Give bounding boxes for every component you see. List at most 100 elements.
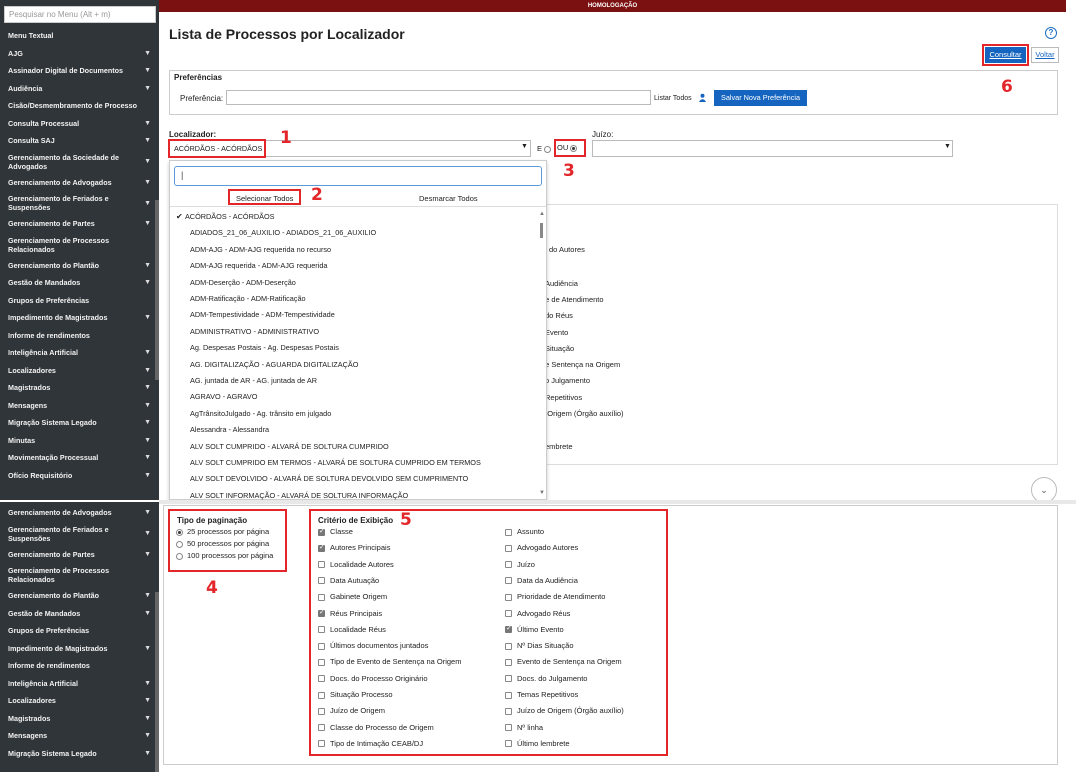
chevron-down-icon[interactable]: ▼	[144, 731, 151, 740]
checkbox[interactable]	[318, 642, 325, 650]
sidebar-item-consulta-saj[interactable]: Consulta SAJ ▼	[0, 132, 159, 150]
chevron-down-icon[interactable]: ▼	[144, 609, 151, 618]
sidebar-item-informe-de-rendimentos[interactable]: Informe de rendimentos	[0, 327, 159, 345]
sidebar-item-impedimento-de-magistrados[interactable]: Impedimento de Magistrados ▼	[0, 640, 159, 658]
checkbox[interactable]	[505, 577, 512, 585]
sidebar-item-magistrados[interactable]: Magistrados ▼	[0, 710, 159, 728]
chevron-down-icon[interactable]: ▼	[144, 383, 151, 392]
sidebar-item-minutas[interactable]: Minutas ▼	[0, 432, 159, 450]
dropdown-option[interactable]: ALV SOLT DEVOLVIDO - ALVARÁ DE SOLTURA D…	[190, 474, 468, 483]
chevron-down-icon[interactable]: ▼	[144, 136, 151, 145]
chevron-down-icon[interactable]: ▼	[144, 366, 151, 375]
scroll-down-icon[interactable]: ▼	[539, 490, 545, 496]
checkbox[interactable]	[505, 658, 512, 666]
criterio-option-advogado-reus[interactable]: Advogado Réus	[505, 609, 570, 618]
chevron-down-icon[interactable]: ▼	[144, 550, 151, 559]
checkbox[interactable]	[505, 642, 512, 650]
checkbox[interactable]	[318, 543, 325, 552]
checkbox[interactable]	[318, 608, 325, 618]
chevron-down-icon[interactable]: ▼	[144, 348, 151, 357]
checkbox[interactable]	[318, 691, 325, 699]
criterio-option-localidade-autores[interactable]: Localidade Autores	[318, 560, 394, 569]
criterio-option-data-da-audiencia[interactable]: Data da Audiência	[505, 576, 578, 585]
dropdown-option[interactable]: ADMINISTRATIVO - ADMINISTRATIVO	[190, 327, 319, 336]
dropdown-option[interactable]: ALV SOLT CUMPRIDO - ALVARÁ DE SOLTURA CU…	[190, 442, 389, 451]
dropdown-option[interactable]: Ag. Despesas Postais - Ag. Despesas Post…	[190, 343, 339, 352]
checkbox[interactable]	[318, 626, 325, 634]
sidebar-scrollbar[interactable]	[155, 200, 159, 380]
chevron-down-icon[interactable]: ▼	[144, 696, 151, 705]
chevron-down-icon[interactable]: ▼	[144, 49, 151, 58]
chevron-down-icon[interactable]: ▼	[144, 529, 151, 538]
sidebar-item-localizadores[interactable]: Localizadores ▼	[0, 692, 159, 710]
criterio-option-autores-principais[interactable]: Autores Principais	[318, 543, 390, 552]
chevron-down-icon[interactable]: ▼	[144, 219, 151, 228]
chevron-down-icon[interactable]: ▼	[144, 261, 151, 270]
sidebar-item-gestao-de-mandados[interactable]: Gestão de Mandados ▼	[0, 605, 159, 623]
criterio-option-gabinete-origem[interactable]: Gabinete Origem	[318, 592, 387, 601]
sidebar-item-grupos-de-preferencias[interactable]: Grupos de Preferências	[0, 292, 159, 310]
criterio-option-juizo-de-origem[interactable]: Juízo de Origem	[318, 706, 385, 715]
dropdown-option[interactable]: ADM-AJG requerida - ADM-AJG requerida	[190, 261, 327, 270]
sidebar-item-gerenciamento-de-feriados-e-suspensoes[interactable]: Gerenciamento de Feriados e Suspensões ▼	[0, 522, 159, 546]
radio-button[interactable]	[176, 552, 183, 560]
chevron-down-icon[interactable]: ▼	[144, 84, 151, 93]
sidebar-item-magistrados[interactable]: Magistrados ▼	[0, 379, 159, 397]
criterio-option-n-dias-situacao[interactable]: Nº Dias Situação	[505, 641, 574, 650]
criterio-option-temas-repetitivos[interactable]: Temas Repetitivos	[505, 690, 578, 699]
checkbox[interactable]	[505, 624, 512, 634]
caret-down-icon[interactable]: ▼	[521, 143, 528, 150]
paginacao-option[interactable]: 25 processos por página	[176, 527, 269, 536]
sidebar-item-gestao-de-mandados[interactable]: Gestão de Mandados ▼	[0, 274, 159, 292]
sidebar-scrollbar-lower[interactable]	[155, 592, 159, 772]
criterio-option-tipo-de-intimacao-ceab-dj[interactable]: Tipo de Intimação CEAB/DJ	[318, 739, 423, 748]
sidebar-item-oficio-requisitorio[interactable]: Ofício Requisitório ▼	[0, 467, 159, 485]
criterio-option-localidade-reus[interactable]: Localidade Réus	[318, 625, 386, 634]
sidebar-item-mensagens[interactable]: Mensagens ▼	[0, 397, 159, 415]
chevron-down-icon[interactable]: ▼	[144, 453, 151, 462]
dropdown-option[interactable]: ADM-AJG - ADM-AJG requerida no recurso	[190, 245, 331, 254]
menu-search-input[interactable]: Pesquisar no Menu (Alt + m)	[4, 6, 156, 23]
criterio-option-situacao-processo[interactable]: Situação Processo	[318, 690, 393, 699]
dropdown-option[interactable]: ADM-Ratificação - ADM-Ratificação	[190, 294, 306, 303]
chevron-down-icon[interactable]: ▼	[144, 119, 151, 128]
criterio-option-data-autuacao[interactable]: Data Autuação	[318, 576, 379, 585]
checkbox[interactable]	[318, 561, 325, 569]
desmarcar-todos-button[interactable]: Desmarcar Todos	[419, 194, 478, 203]
caret-down-icon[interactable]: ▼	[944, 143, 951, 150]
sidebar-item-menu-textual[interactable]: Menu Textual	[0, 27, 159, 45]
criterio-option-assunto[interactable]: Assunto	[505, 527, 544, 536]
chevron-down-icon[interactable]: ▼	[144, 157, 151, 166]
sidebar-item-gerenciamento-de-processos-relacionados[interactable]: Gerenciamento de Processos Relacionados	[0, 563, 159, 587]
preferencia-input[interactable]	[226, 90, 651, 105]
radio-button[interactable]	[176, 540, 183, 548]
chevron-down-icon[interactable]: ▼	[144, 644, 151, 653]
sidebar-item-ajg[interactable]: AJG ▼	[0, 45, 159, 63]
checkbox[interactable]	[505, 593, 512, 601]
sidebar-item-cisao-desmembramento-de-processo[interactable]: Cisão/Desmembramento de Processo	[0, 97, 159, 115]
dropdown-option[interactable]: ADIADOS_21_06_AUXILIO - ADIADOS_21_06_AU…	[190, 228, 376, 237]
checkbox[interactable]	[505, 691, 512, 699]
checkbox[interactable]	[318, 740, 325, 748]
chevron-down-icon[interactable]: ▼	[144, 199, 151, 208]
sidebar-item-gerenciamento-de-advogados[interactable]: Gerenciamento de Advogados ▼	[0, 504, 159, 522]
sidebar-item-gerenciamento-do-plantao[interactable]: Gerenciamento do Plantão ▼	[0, 257, 159, 275]
sidebar-item-migracao-sistema-legado[interactable]: Migração Sistema Legado ▼	[0, 414, 159, 432]
e-radio[interactable]	[544, 145, 552, 153]
dropdown-option[interactable]: ✔ ACÓRDÃOS - ACÓRDÃOS	[176, 212, 275, 221]
sidebar-item-mensagens[interactable]: Mensagens ▼	[0, 727, 159, 745]
sidebar-item-informe-de-rendimentos[interactable]: Informe de rendimentos	[0, 657, 159, 675]
dropdown-option[interactable]: ALV SOLT INFORMAÇÃO - ALVARÁ DE SOLTURA …	[190, 491, 408, 500]
sidebar-item-gerenciamento-da-sociedade-de-advogados[interactable]: Gerenciamento da Sociedade de Advogados ▼	[0, 150, 159, 174]
checkbox[interactable]	[505, 675, 512, 683]
criterio-option-juizo[interactable]: Juízo	[505, 560, 535, 569]
dropdown-option[interactable]: ADM-Deserção - ADM-Deserção	[190, 278, 296, 287]
dropdown-option[interactable]: AgTrânsitoJulgado - Ag. trânsito em julg…	[190, 409, 331, 418]
checkbox[interactable]	[318, 593, 325, 601]
criterio-option-n-linha[interactable]: Nº linha	[505, 723, 543, 732]
user-icon[interactable]	[698, 93, 707, 102]
criterio-option-ultimo-evento[interactable]: Último Evento	[505, 624, 564, 634]
dropdown-option[interactable]: AG. DIGITALIZAÇÃO - AGUARDA DIGITALIZAÇÃ…	[190, 360, 358, 369]
e-radio-option[interactable]: E	[537, 144, 552, 153]
dropdown-search-input[interactable]: |	[174, 166, 542, 186]
